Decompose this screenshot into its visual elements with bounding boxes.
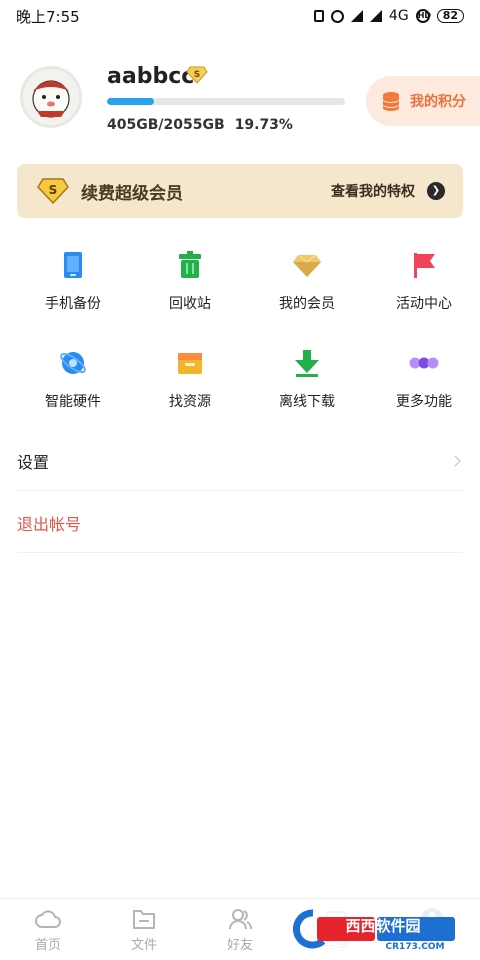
grid-item-label: 回收站 — [169, 296, 211, 312]
view-privileges-link[interactable]: 查看我的特权 — [331, 181, 415, 201]
vip-banner-title: 续费超级会员 — [81, 183, 183, 204]
chevron-right-icon — [449, 454, 461, 467]
nav-label: 首页 — [34, 938, 61, 953]
vip-diamond-icon: S — [186, 66, 208, 84]
smart-hardware-icon — [60, 352, 86, 374]
recycle-bin-icon — [179, 251, 201, 278]
storage-used: 405GB/2055GB — [107, 117, 225, 133]
watermark-url: CR173.COM — [386, 942, 445, 952]
nav-item-friends[interactable]: 好友 — [192, 899, 288, 960]
status-time: 晚上7:55 — [16, 7, 80, 26]
grid-item-label: 更多功能 — [396, 394, 452, 410]
friends-icon — [229, 909, 252, 930]
flag-icon — [414, 253, 435, 278]
svg-text:S: S — [49, 183, 58, 197]
profile-header: aabbcc S 405GB/2055GB 19.73% 我的积分 — [0, 62, 480, 133]
my-points-label: 我的积分 — [410, 94, 466, 110]
offline-download-icon — [295, 350, 319, 377]
status-bar: 晚上7:55 4G HD 82 — [0, 0, 480, 32]
chevron-right-icon: ❯ — [427, 182, 445, 200]
grid-item-smart-hardware[interactable]: 智能硬件 — [17, 342, 129, 440]
grid-item-label: 找资源 — [169, 394, 211, 410]
more-features-icon — [409, 357, 439, 369]
watermark-logo: 西西软件园 CR173.COM — [283, 905, 461, 953]
membership-diamond-icon — [293, 254, 321, 277]
storage-info: 405GB/2055GB 19.73% — [107, 117, 293, 133]
nav-item-home[interactable]: 首页 — [0, 899, 96, 960]
grid-item-more-features[interactable]: 更多功能 — [368, 342, 480, 440]
logout-label: 退出帐号 — [17, 514, 82, 534]
feature-grid: 手机备份 回收站 我的会员 活动中心 智能硬件 找资源 离线下载 更多功能 — [0, 244, 480, 440]
logout-row[interactable]: 退出帐号 — [17, 493, 463, 553]
storage-progress-fill — [107, 98, 154, 105]
super-vip-diamond-icon: S — [37, 178, 69, 204]
storage-progress-bar — [107, 98, 345, 105]
feature-grid-row: 智能硬件 找资源 离线下载 更多功能 — [0, 342, 480, 440]
grid-item-label: 手机备份 — [45, 296, 101, 312]
nav-item-files[interactable]: 文件 — [96, 899, 192, 960]
grid-item-offline-download[interactable]: 离线下载 — [251, 342, 363, 440]
my-points-button[interactable]: 我的积分 — [366, 76, 480, 126]
coins-icon — [383, 92, 399, 111]
settings-row[interactable]: 设置 — [17, 431, 463, 491]
grid-item-label: 我的会员 — [279, 296, 335, 312]
nav-label: 文件 — [130, 938, 157, 953]
feature-grid-row: 手机备份 回收站 我的会员 活动中心 — [0, 244, 480, 342]
storage-percent: 19.73% — [234, 117, 293, 133]
signal-icon — [350, 10, 363, 22]
grid-item-label: 智能硬件 — [45, 394, 101, 410]
vip-renew-banner[interactable]: S 续费超级会员 查看我的特权 ❯ — [17, 164, 463, 218]
alarm-icon — [330, 9, 344, 23]
grid-item-label: 活动中心 — [396, 296, 452, 312]
status-icons: 4G HD 82 — [313, 8, 464, 24]
avatar-cartoon-icon — [32, 80, 70, 118]
nav-label: 好友 — [226, 938, 253, 953]
grid-item-activity-center[interactable]: 活动中心 — [368, 244, 480, 342]
battery-icon: 82 — [436, 9, 464, 23]
folder-icon — [133, 910, 155, 929]
settings-label: 设置 — [17, 452, 50, 472]
grid-item-phone-backup[interactable]: 手机备份 — [17, 244, 129, 342]
svg-text:S: S — [194, 70, 200, 80]
cloud-home-icon — [35, 910, 61, 928]
phone-backup-icon — [64, 252, 82, 278]
signal-icon-2 — [369, 10, 382, 22]
grid-item-label: 离线下载 — [279, 394, 335, 410]
find-resources-icon — [178, 353, 202, 374]
network-type: 4G — [388, 8, 409, 24]
vibrate-icon — [313, 10, 324, 22]
grid-item-recycle-bin[interactable]: 回收站 — [134, 244, 246, 342]
username: aabbcc — [107, 64, 195, 89]
avatar[interactable] — [20, 66, 82, 128]
grid-item-my-membership[interactable]: 我的会员 — [251, 244, 363, 342]
grid-item-find-resources[interactable]: 找资源 — [134, 342, 246, 440]
hd-icon: HD — [415, 9, 431, 23]
watermark-brand: 西西软件园 — [345, 917, 420, 935]
